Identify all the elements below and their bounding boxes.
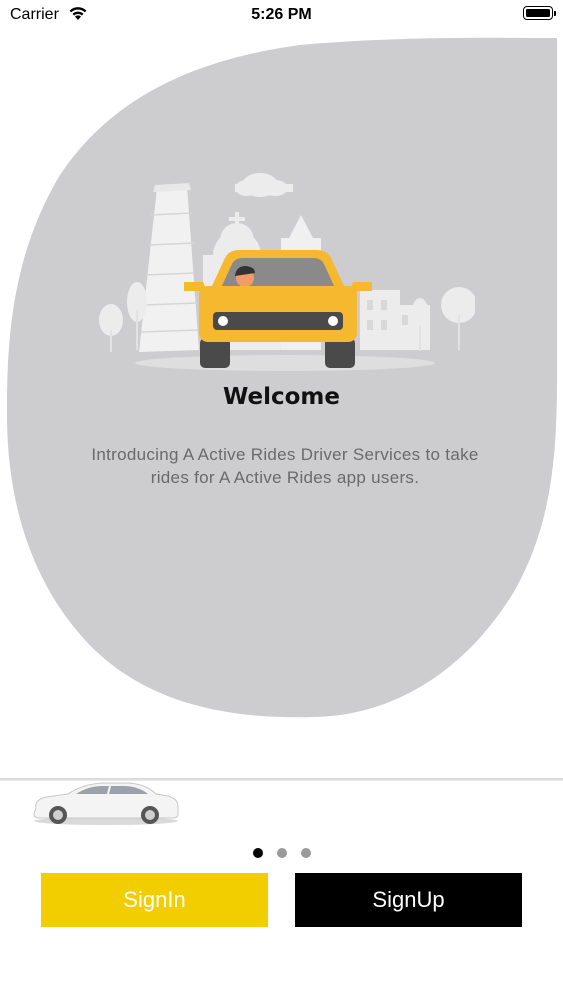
taxi-welcome-illustration (99, 173, 475, 371)
page-dot-2[interactable] (276, 848, 287, 858)
welcome-description: Introducing A Active Rides Driver Servic… (91, 445, 479, 487)
page-indicator[interactable] (0, 848, 563, 858)
page-dot-3[interactable] (300, 848, 311, 858)
welcome-title: Welcome (222, 384, 341, 410)
white-sedan-image (33, 782, 179, 825)
signup-button[interactable]: SignUp (295, 873, 522, 927)
signin-button[interactable]: SignIn (41, 873, 268, 927)
page-dot-1[interactable] (252, 848, 263, 858)
